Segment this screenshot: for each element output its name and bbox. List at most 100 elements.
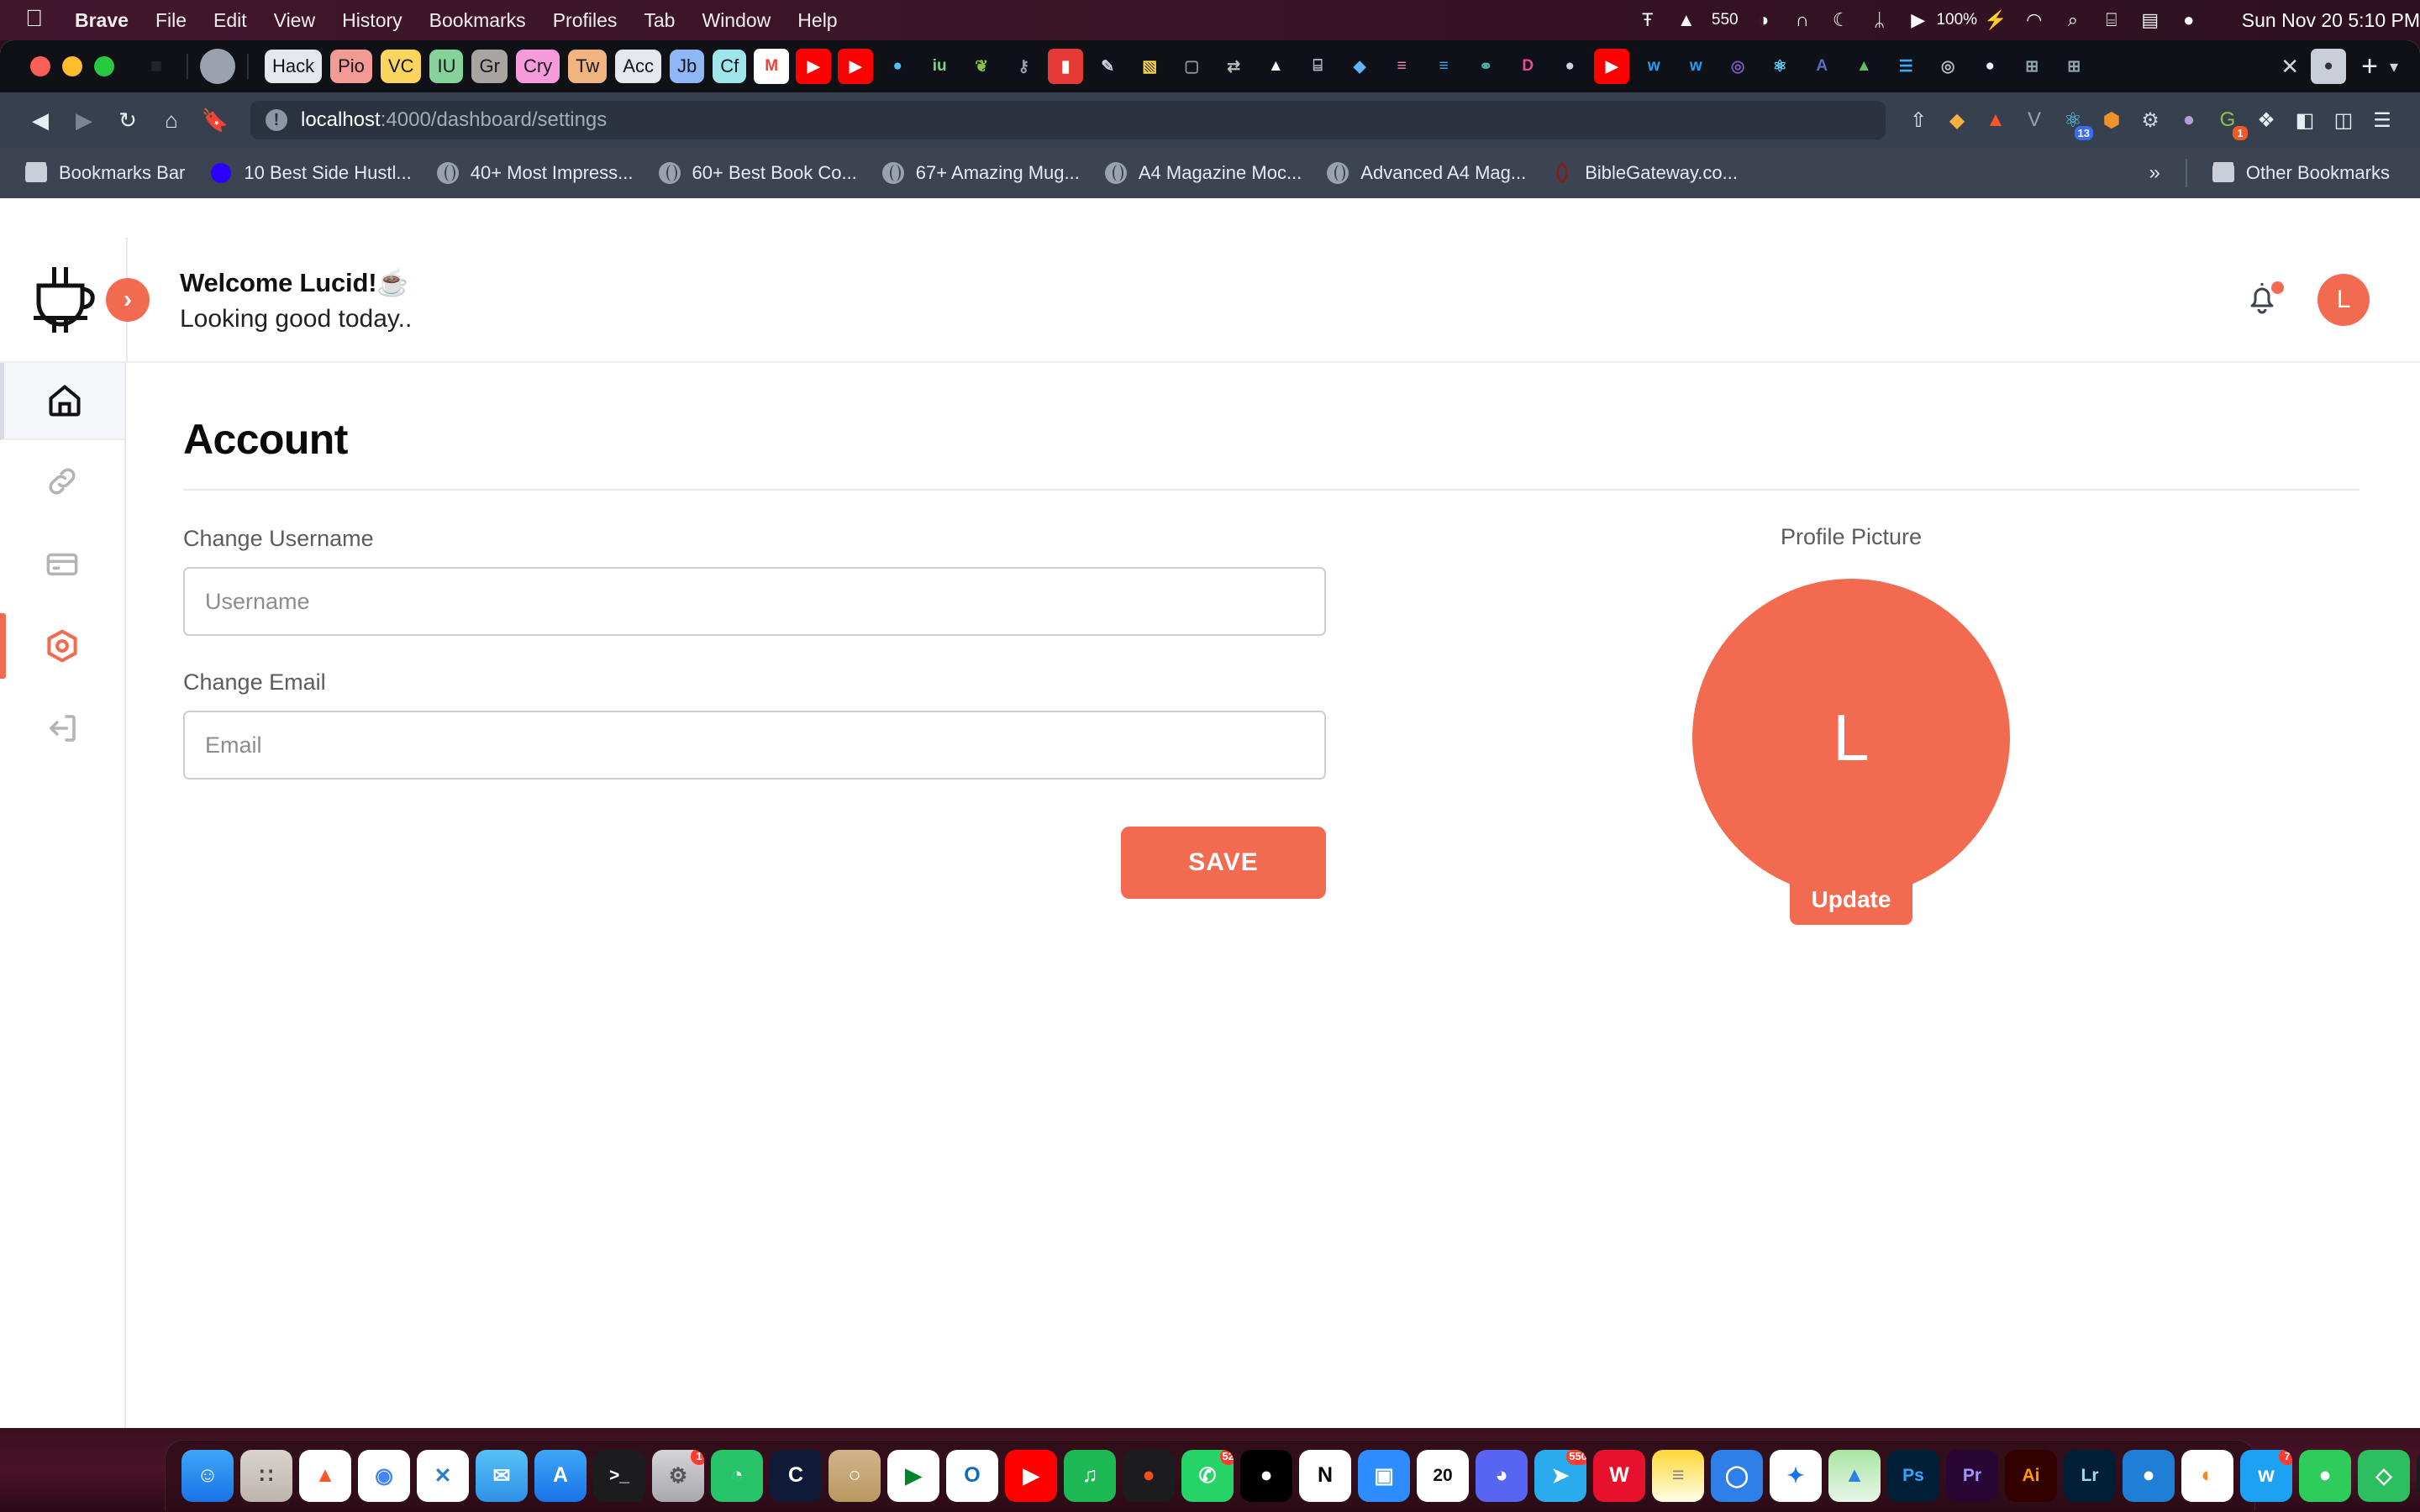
extension-react-icon[interactable]: ⚛ 13 (2054, 101, 2093, 140)
bookmark-item[interactable]: 67+ Amazing Mug... (872, 157, 1088, 189)
dock-premiere[interactable]: Pr (1946, 1449, 1998, 1502)
tab-list[interactable]: ☰ (1888, 49, 1924, 84)
tab-group-cry[interactable]: Cry (515, 50, 560, 83)
dock-outlook[interactable]: O (946, 1449, 998, 1502)
back-arrow-icon[interactable]: ◀ (18, 98, 62, 142)
tab-iu-app[interactable]: iu (922, 49, 958, 84)
dock-calendar[interactable]: 20 (1417, 1449, 1469, 1502)
extension-avatar-icon[interactable]: ● (2170, 101, 2208, 139)
tab-youtube-2[interactable]: ▶ (838, 49, 874, 84)
dock-youtube-music[interactable]: ▶ (1005, 1449, 1057, 1502)
tab-group-gr[interactable]: Gr (471, 50, 508, 83)
dock-messages[interactable]: ● (2299, 1449, 2351, 1502)
tab-letter-a[interactable]: A (1804, 49, 1840, 84)
tab-dribbble[interactable]: D (1510, 49, 1546, 84)
headphones-icon[interactable]: ∩ (1783, 9, 1822, 31)
tab-blue-bars[interactable]: ≡ (1426, 49, 1462, 84)
tab-diamond[interactable]: ◆ (1342, 49, 1378, 84)
bookmark-item[interactable]: 60+ Best Book Co... (649, 157, 865, 189)
tab-pen[interactable]: ✎ (1090, 49, 1126, 84)
dock-chrome[interactable]: ◉ (358, 1449, 410, 1502)
bookmark-icon[interactable]: 🔖 (193, 98, 237, 142)
tab-window[interactable]: ⌸ (1300, 49, 1336, 84)
dock-spotify[interactable]: ♫ (1064, 1449, 1116, 1502)
window-minimize-button[interactable] (62, 56, 82, 76)
menu-item-profiles[interactable]: Profiles (539, 9, 631, 32)
bluetooth-icon[interactable]: ᛦ (1860, 9, 1899, 31)
wifi-icon[interactable]: ◠ (2015, 9, 2054, 31)
bookmark-item[interactable]: 10 Best Side Hustl... (200, 157, 419, 189)
bookmark-item[interactable]: 40+ Most Impress... (427, 157, 642, 189)
dock-maps[interactable]: ▲ (1828, 1449, 1881, 1502)
email-field[interactable]: Email (183, 711, 1326, 780)
dock-twitter[interactable]: ᴡ7 (2240, 1449, 2292, 1502)
tab-triangle[interactable]: ▲ (1258, 49, 1294, 84)
now-playing-icon[interactable]: ▶ (1899, 9, 1938, 31)
menu-item-history[interactable]: History (329, 9, 416, 32)
bookmarks-overflow-icon[interactable]: » (2149, 161, 2160, 185)
dock-postgresql[interactable]: ◐ (2181, 1449, 2233, 1502)
reload-icon[interactable]: ↻ (106, 98, 150, 142)
tab-leaf[interactable]: ❦ (964, 49, 1000, 84)
menu-item-brave[interactable]: Brave (61, 9, 142, 32)
speedometer-550-icon[interactable]: 550 (1706, 11, 1744, 29)
dock-system-settings[interactable]: ⚙ 1 (652, 1449, 704, 1502)
tab-microphone[interactable]: ● (1552, 49, 1588, 84)
dock-safari[interactable]: ✦ (1770, 1449, 1822, 1502)
chevron-right-icon[interactable]: › (106, 278, 150, 322)
chevron-down-icon[interactable]: ▾ (2390, 56, 2398, 77)
tab-group-acc[interactable]: Acc (615, 50, 661, 83)
dock-android-studio[interactable]: ▲ (2417, 1449, 2420, 1502)
bookmarks-bar-folder[interactable]: Bookmarks Bar (15, 157, 193, 189)
tab-last-pinned[interactable]: ● (2311, 49, 2347, 84)
tab-group-tw[interactable]: Tw (568, 50, 608, 83)
tab-camera[interactable]: ▢ (1174, 49, 1210, 84)
split-view-icon[interactable]: ◫ (2324, 101, 2363, 139)
tab-grid[interactable]: ⊞ (2014, 49, 2050, 84)
dock-photo-booth[interactable]: ◯ (1711, 1449, 1763, 1502)
sidebar-item-settings[interactable] (0, 605, 124, 687)
save-button[interactable]: SAVE (1121, 827, 1326, 899)
menu-item-help[interactable]: Help (784, 9, 850, 32)
close-icon[interactable]: ✕ (2281, 54, 2299, 80)
vlc-cone-icon[interactable]: ▲ (1667, 9, 1706, 31)
dock-zoom[interactable]: ▣ (1358, 1449, 1410, 1502)
menu-bar-clock[interactable]: Sun Nov 20 5:10 PM (2242, 9, 2420, 32)
menu-item-view[interactable]: View (260, 9, 329, 32)
sidebar-item-logout[interactable] (0, 687, 124, 769)
tab-group-vc[interactable]: VC (380, 50, 422, 83)
extension-honey-icon[interactable]: ⬢ (2092, 101, 2131, 139)
dock-bear[interactable]: ◔ (711, 1449, 763, 1502)
menu-item-tab[interactable]: Tab (630, 9, 688, 32)
brave-lion-icon[interactable]: ▲ (1976, 101, 2015, 139)
dock-launchpad[interactable]: ∷ (240, 1449, 292, 1502)
display-toggle-icon[interactable]: ▤ (2131, 9, 2170, 31)
tab-group-hack[interactable]: Hack (265, 50, 323, 83)
screen-capture-icon[interactable]: ◑ (1744, 9, 1783, 31)
tab-rainbow-bars[interactable]: ≡ (1384, 49, 1420, 84)
dock-vscode[interactable]: ✕ (417, 1449, 469, 1502)
not-secure-warning-icon[interactable]: ! (266, 109, 287, 131)
tab-books[interactable]: ▮ (1048, 49, 1084, 84)
tab-twitter[interactable]: ᴡ (1636, 49, 1672, 84)
extension-gear-icon[interactable]: ⚙ (2131, 101, 2170, 139)
do-not-disturb-moon-icon[interactable]: ☾ (1822, 9, 1860, 31)
tab-grid-2[interactable]: ⊞ (2056, 49, 2092, 84)
other-bookmarks-folder[interactable]: Other Bookmarks (2202, 157, 2398, 189)
dock-ollama[interactable]: ● (1240, 1449, 1292, 1502)
tab-green-triangle[interactable]: ▲ (1846, 49, 1882, 84)
tab-water-drop[interactable]: ● (880, 49, 916, 84)
dock-finder[interactable]: ☺ (182, 1449, 234, 1502)
sidebar-item-billing[interactable] (0, 522, 124, 605)
tab-chainlink[interactable]: ⚭ (1468, 49, 1504, 84)
tab-key[interactable]: ⚷ (1006, 49, 1042, 84)
tab-gmail[interactable]: M (754, 49, 790, 84)
siri-icon[interactable]: ● (2170, 9, 2208, 31)
window-zoom-button[interactable] (94, 56, 114, 76)
tab-spiral[interactable]: ◎ (1720, 49, 1756, 84)
pinned-tab-icon[interactable] (200, 49, 235, 84)
dock-evernote[interactable]: ◇ (2358, 1449, 2410, 1502)
dock-telegram[interactable]: ➤ 550 (1534, 1449, 1586, 1502)
dock-discord[interactable]: ◕ (1476, 1449, 1528, 1502)
tab-atom[interactable]: ⚛ (1762, 49, 1798, 84)
